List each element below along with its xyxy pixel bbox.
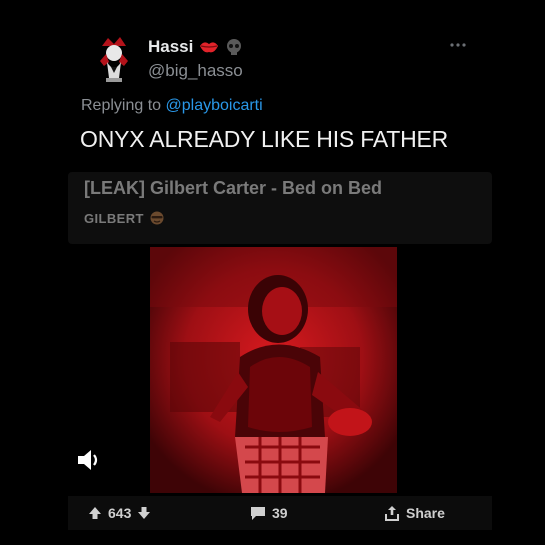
skull-icon <box>225 38 243 56</box>
comment-count: 39 <box>272 505 288 521</box>
tweet-text: ONYX ALREADY LIKE HIS FATHER <box>80 126 449 152</box>
comment-icon <box>250 506 266 521</box>
share-label: Share <box>406 505 445 521</box>
action-bar: 643 39 Share <box>68 496 492 530</box>
card-title: [LEAK] Gilbert Carter - Bed on Bed <box>84 178 383 198</box>
video-media[interactable] <box>150 247 397 493</box>
face-icon <box>149 210 165 226</box>
display-name[interactable]: Hassi <box>148 37 193 57</box>
name-row: Hassi <box>148 37 243 57</box>
card-subtitle: GILBERT <box>84 210 165 226</box>
avatar[interactable] <box>92 34 138 84</box>
replying-prefix: Replying to <box>81 97 166 114</box>
share-icon <box>384 505 400 521</box>
lips-icon <box>199 40 219 54</box>
upvote-icon[interactable] <box>88 506 102 520</box>
mention-link[interactable]: @playboicarti <box>166 97 263 114</box>
tweet-screenshot: Hassi @big_hasso Replying to @playboicar… <box>0 0 545 545</box>
vote-count: 643 <box>108 505 132 521</box>
card-subtitle-text: GILBERT <box>84 210 144 226</box>
embedded-post-card[interactable]: [LEAK] Gilbert Carter - Bed on Bed GILBE… <box>68 172 492 244</box>
vote-group: 643 <box>88 496 151 530</box>
more-options-icon[interactable] <box>449 38 467 50</box>
replying-to: Replying to @playboicarti <box>81 97 263 115</box>
comments-button[interactable]: 39 <box>250 496 288 530</box>
downvote-icon[interactable] <box>137 506 151 520</box>
speaker-icon[interactable] <box>76 448 102 472</box>
share-button[interactable]: Share <box>384 496 445 530</box>
user-handle[interactable]: @big_hasso <box>148 61 243 81</box>
